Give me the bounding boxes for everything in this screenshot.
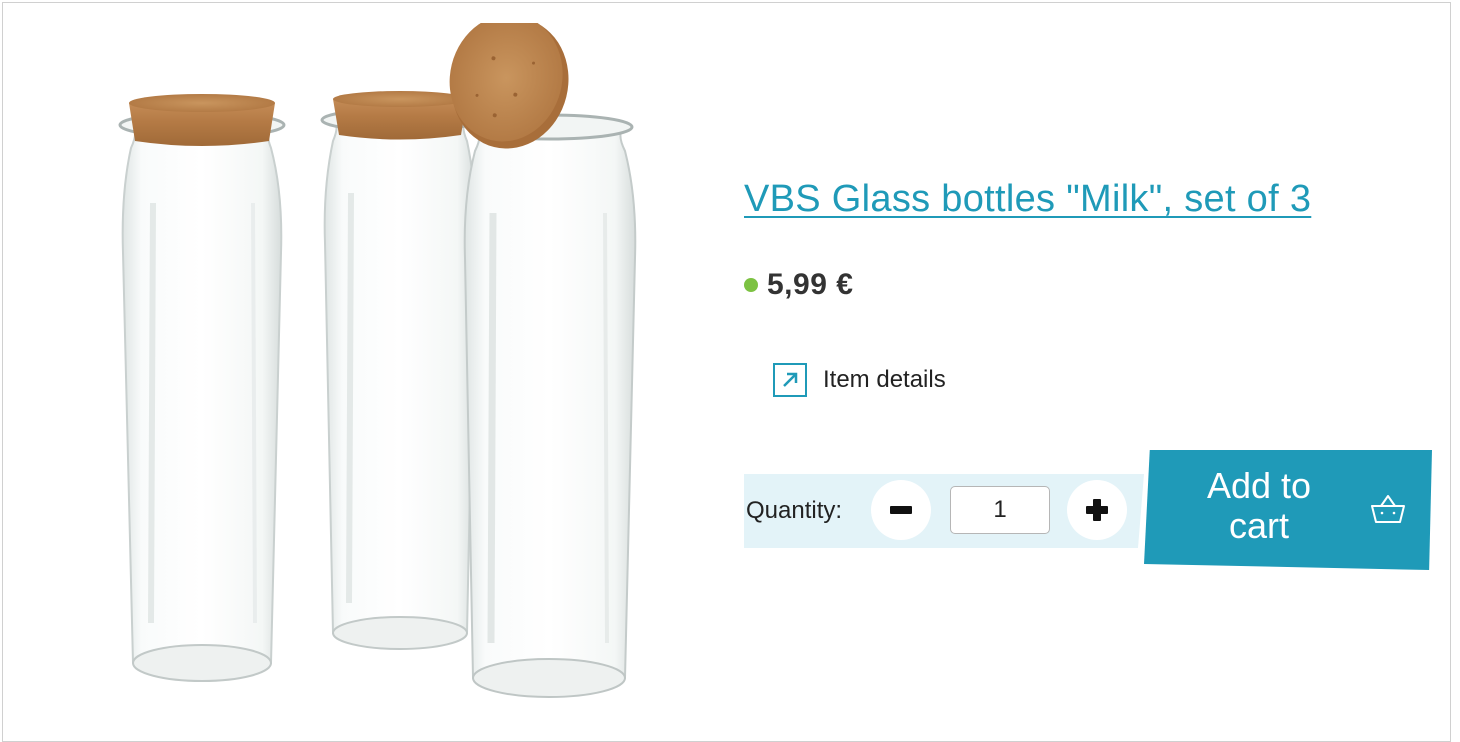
bottle-left xyxy=(118,94,286,682)
add-to-cart-label: Add to cart xyxy=(1184,466,1334,546)
bottle-middle xyxy=(320,91,480,650)
add-to-cart-label-line1: Add to xyxy=(1206,465,1312,506)
item-details-label: Item details xyxy=(823,366,946,393)
quantity-increase-button[interactable] xyxy=(1067,480,1127,540)
product-title-link[interactable]: VBS Glass bottles "Milk", set of 3 xyxy=(744,178,1311,221)
quantity-label: Quantity: xyxy=(746,497,843,524)
basket-icon xyxy=(1371,495,1405,523)
in-stock-indicator xyxy=(744,278,758,292)
add-to-cart-button[interactable]: Add to cart xyxy=(1144,450,1432,570)
add-to-cart-label-line2: cart xyxy=(1228,505,1289,546)
quantity-input[interactable] xyxy=(950,486,1050,534)
plus-icon xyxy=(1086,499,1108,521)
product-card: VBS Glass bottles "Milk", set of 3 5,99 … xyxy=(2,2,1451,742)
quantity-decrease-button[interactable] xyxy=(871,480,931,540)
minus-icon xyxy=(890,506,912,514)
product-image[interactable] xyxy=(93,23,653,723)
item-details-link[interactable]: Item details xyxy=(773,363,946,397)
price-row: 5,99 € xyxy=(744,268,853,302)
product-price: 5,99 € xyxy=(767,268,854,301)
external-link-arrow-icon xyxy=(773,363,807,397)
